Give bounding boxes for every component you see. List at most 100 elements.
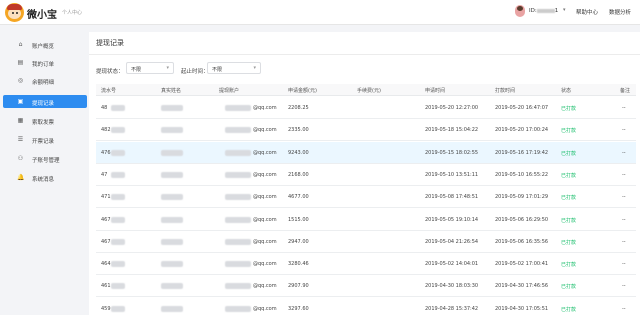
sidebar-item-label: 账户概览 (32, 43, 55, 50)
table-row[interactable]: 48 @qq.com 2208.25 2019-05-20 12:27:00 2019-… (96, 97, 636, 119)
sidebar-item-subaccounts[interactable]: ⚇ 子账号管理 (3, 152, 87, 165)
sidebar-item-withdrawals[interactable]: ▣ 提现记录 (3, 95, 87, 108)
serial-mask (111, 105, 125, 111)
account-mask (225, 261, 251, 268)
apply-time: 2019-05-20 12:27:00 (425, 105, 479, 111)
top-bar: 微小宝 个人中心 ID: 1 ▾ 帮助中心 数据分析 (0, 0, 640, 25)
pay-time: 2019-04-30 17:05:51 (495, 305, 549, 312)
status-filter-select[interactable]: 不限 ▾ (126, 62, 174, 74)
account-mask (225, 283, 251, 290)
withdraw-account: @qq.com (253, 149, 277, 156)
note-cell: -- (622, 261, 626, 268)
apply-amount: 2208.25 (288, 105, 309, 111)
home-icon: ⌂ (18, 41, 23, 48)
apply-amount: 2335.00 (288, 127, 309, 134)
real-name-mask (161, 238, 183, 245)
apply-time: 2019-04-28 15:37:42 (425, 305, 479, 312)
time-filter-label: 起止时间： (181, 69, 209, 75)
withdraw-account: @qq.com (253, 305, 277, 312)
data-analysis-link[interactable]: 数据分析 (609, 8, 631, 16)
page-subtitle: 个人中心 (62, 10, 83, 16)
status-badge: 已打款 (561, 306, 577, 313)
sidebar-item-orders[interactable]: ▤ 我的订单 (3, 56, 87, 69)
withdraw-account: @qq.com (253, 261, 277, 268)
table-row[interactable]: 459 @qq.com 3297.60 2019-04-28 15:37:42 2019… (96, 297, 636, 315)
serial-number: 464 (101, 261, 111, 268)
account-mask (225, 194, 251, 201)
serial-number: 476 (101, 149, 111, 156)
logo-icon[interactable] (5, 3, 24, 22)
brand-name[interactable]: 微小宝 (27, 6, 57, 21)
chevron-down-icon: ▾ (253, 65, 256, 71)
chevron-down-icon[interactable]: ▾ (563, 7, 566, 13)
wallet-icon: ▣ (17, 98, 24, 105)
bell-icon: 🔔 (17, 174, 25, 181)
sidebar-item-invoice-records[interactable]: ☰ 开票记录 (3, 133, 87, 146)
status-badge: 已打款 (561, 150, 577, 157)
sidebar-item-overview[interactable]: ⌂ 账户概览 (3, 38, 87, 51)
logo-eye (16, 12, 18, 14)
help-center-link[interactable]: 帮助中心 (576, 8, 598, 16)
real-name-mask (161, 127, 183, 134)
table-row[interactable]: 47 @qq.com 2168.00 2019-05-10 13:51:11 2019-… (96, 163, 636, 186)
avatar[interactable] (515, 5, 525, 17)
table-row[interactable]: 482 @qq.com 2335.00 2019-05-18 15:04:22 2019… (96, 119, 636, 142)
withdraw-account: @qq.com (253, 127, 277, 134)
table-row[interactable]: 461 @qq.com 2907.90 2019-04-30 18:03:30 2019… (96, 275, 636, 298)
pay-time: 2019-05-20 17:00:24 (495, 127, 549, 134)
user-id-mask (536, 8, 555, 13)
note-cell: -- (622, 127, 626, 134)
pay-time: 2019-05-10 16:55:22 (495, 171, 549, 178)
apply-amount: 1515.00 (288, 216, 309, 223)
main-panel: 提现记录 提现状态： 不限 ▾ 起止时间： 不限 ▾ 流水号 真实姓名 提现账户… (89, 32, 640, 315)
account-mask (225, 149, 251, 156)
account-mask (225, 216, 251, 223)
real-name-mask (161, 283, 183, 290)
serial-mask (111, 149, 125, 156)
status-badge: 已打款 (561, 262, 577, 269)
real-name-mask (161, 194, 183, 201)
time-filter-value: 不限 (212, 67, 223, 73)
status-badge: 已打款 (561, 239, 577, 246)
table-row[interactable]: 467 @qq.com 1515.00 2019-05-05 19:10:14 2019… (96, 208, 636, 231)
col-header-note: 备注 (620, 88, 631, 94)
sidebar-item-label: 子账号管理 (32, 157, 60, 164)
sidebar-item-balance[interactable]: ◎ 余额明细 (3, 74, 87, 87)
serial-number: 482 (101, 127, 111, 134)
account-mask (225, 171, 251, 178)
apply-amount: 9243.00 (288, 149, 309, 156)
serial-number: 47 (101, 171, 108, 178)
col-header-apply-time: 申请时间 (425, 88, 446, 94)
note-cell: -- (622, 305, 626, 312)
serial-number: 467 (101, 216, 111, 223)
page-title: 提现记录 (96, 39, 124, 47)
sidebar-item-label: 系统消息 (32, 176, 55, 183)
serial-number: 48 (101, 105, 108, 111)
divider (89, 54, 640, 55)
note-cell: -- (622, 149, 626, 156)
serial-mask (111, 261, 125, 268)
table-row[interactable]: 476 @qq.com 9243.00 2019-05-15 18:02:55 2019… (96, 141, 636, 164)
time-filter-select[interactable]: 不限 ▾ (207, 62, 261, 74)
withdraw-account: @qq.com (253, 171, 277, 178)
table-row[interactable]: 467 @qq.com 2947.00 2019-05-04 21:26:54 2019… (96, 230, 636, 253)
table-header: 流水号 真实姓名 提现账户 申请金额(元) 手续费(元) 申请时间 打款时间 状… (96, 84, 636, 96)
apply-time: 2019-05-04 21:26:54 (425, 238, 479, 245)
pay-time: 2019-05-02 17:00:41 (495, 261, 549, 268)
user-id[interactable]: ID: 1 (529, 8, 558, 14)
order-icon: ▤ (17, 59, 24, 66)
table-row[interactable]: 464 @qq.com 3280.46 2019-05-02 14:04:01 2019… (96, 253, 636, 276)
sidebar-item-messages[interactable]: 🔔 系统消息 (3, 171, 87, 184)
note-cell: -- (622, 238, 626, 245)
table-row[interactable]: 471 @qq.com 4677.00 2019-05-08 17:48:51 2019… (96, 186, 636, 209)
user-id-tail: 1 (554, 8, 559, 14)
note-cell: -- (622, 194, 626, 201)
col-header-amount: 申请金额(元) (288, 88, 317, 94)
sidebar-item-label: 提现记录 (32, 100, 55, 107)
serial-mask (111, 127, 125, 134)
account-mask (225, 105, 251, 111)
col-header-pay-time: 打款时间 (495, 88, 516, 94)
logo-hat (7, 4, 22, 10)
record-icon: ☰ (17, 136, 24, 143)
sidebar-item-invoice-request[interactable]: ▦ 索取发票 (3, 114, 87, 127)
